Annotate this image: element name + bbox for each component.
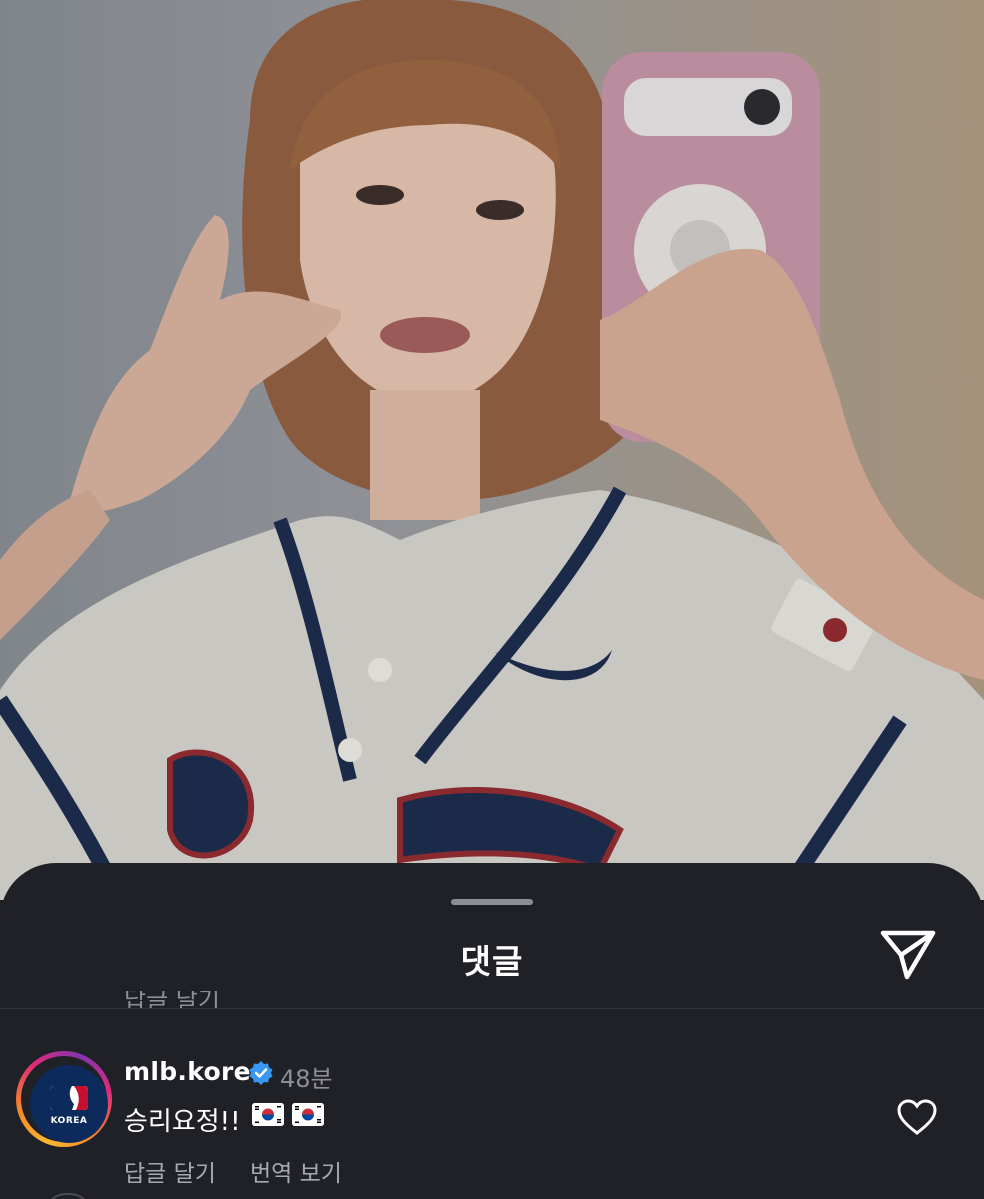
korea-flag-icon [252,1103,284,1126]
post-photo [0,0,984,900]
verified-badge-icon [249,1061,273,1085]
mlb-logo-icon [50,1086,88,1110]
story-ring[interactable]: KOREA [16,1051,112,1147]
header-divider [0,1008,984,1009]
previous-comment-reply-cut: 답글 달기 [124,991,220,1009]
next-comment-avatar [44,1193,92,1199]
send-icon [880,930,936,980]
comment-time: 48분 [280,1065,333,1093]
photo-illustration [0,0,984,900]
comment-text: 승리요정!! [124,1107,241,1137]
korea-flag-icon [292,1103,324,1126]
reply-button[interactable]: 답글 달기 [124,1154,216,1188]
sheet-title: 댓글 [460,942,524,981]
comments-sheet: 댓글 답글 달기 KOREA mlb.korea 48분 승리요정!! 답글 달… [0,863,984,1199]
sheet-grabber[interactable] [451,899,533,905]
screen: 댓글 답글 달기 KOREA mlb.korea 48분 승리요정!! 답글 달… [0,0,984,1199]
translate-button[interactable]: 번역 보기 [250,1154,342,1188]
avatar-label: KOREA [50,1116,88,1126]
avatar: KOREA [30,1065,108,1143]
share-button[interactable] [877,927,939,983]
comment-username[interactable]: mlb.korea [124,1057,268,1086]
heart-icon[interactable] [896,1098,938,1136]
